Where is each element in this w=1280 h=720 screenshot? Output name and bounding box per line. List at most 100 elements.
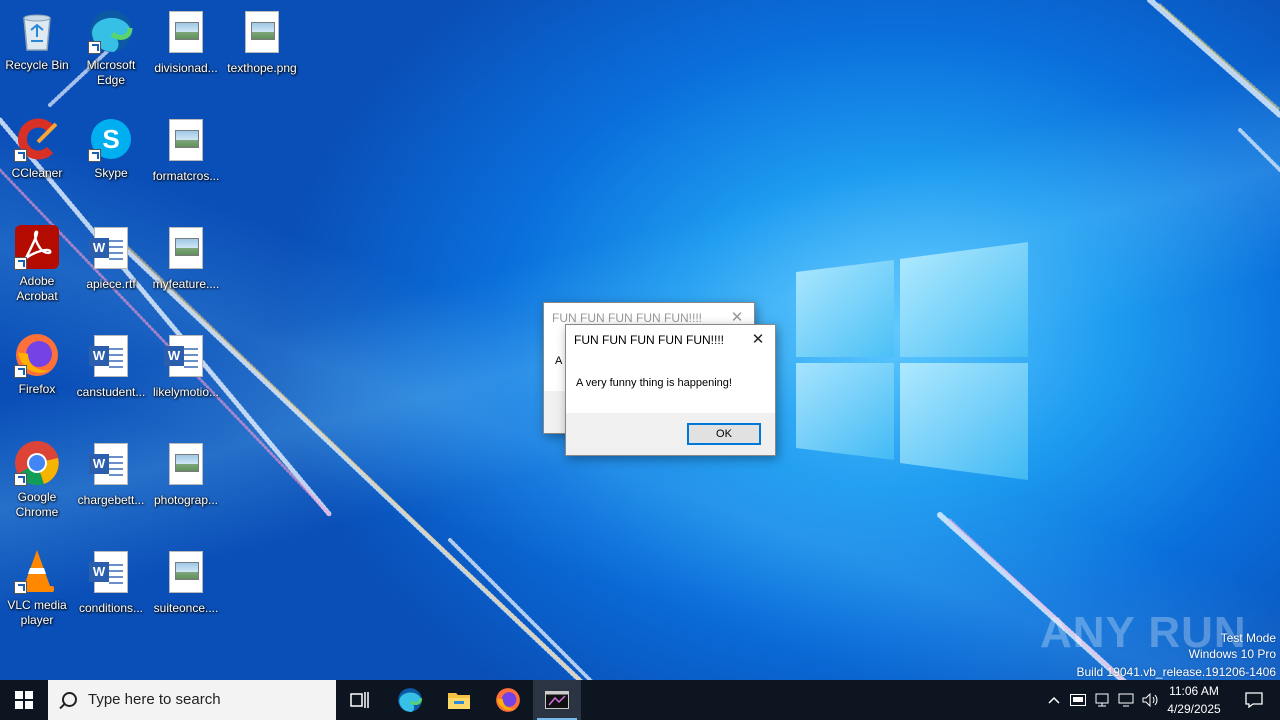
shortcut-arrow-icon — [14, 581, 27, 594]
edge-icon — [88, 8, 134, 54]
image-file-icon — [239, 11, 285, 57]
windows-logo — [796, 242, 1028, 480]
desktop-icon-myfeature[interactable]: myfeature.... — [150, 224, 222, 292]
shortcut-arrow-icon — [88, 41, 101, 54]
desktop-icon-firefox[interactable]: Firefox — [1, 332, 73, 397]
word-file-icon: W — [88, 335, 134, 381]
desktop-icon-label: chargebett... — [77, 493, 145, 507]
display-icon — [1118, 693, 1134, 707]
desktop-icon-label: apiece.rtf — [86, 277, 136, 291]
desktop-icon-formatcros[interactable]: formatcros... — [150, 116, 222, 184]
message-dialog[interactable]: FUN FUN FUN FUN FUN!!!! ✕ A very funny t… — [565, 324, 776, 456]
svg-text:S: S — [102, 124, 119, 154]
taskbar-edge-button[interactable] — [386, 680, 434, 720]
folder-icon — [448, 693, 470, 709]
dialog-footer: OK — [566, 413, 775, 455]
taskbar: Type here to search 11:06 AM 4/29/2025 — [0, 680, 1280, 720]
dialog-message: A — [555, 355, 563, 367]
taskbar-file-explorer-button[interactable] — [435, 680, 483, 720]
word-file-icon: W — [88, 551, 134, 597]
image-file-icon — [163, 227, 209, 273]
desktop-icon-label: Recycle Bin — [5, 58, 69, 72]
desktop-icon-likelymotio[interactable]: W likelymotio... — [150, 332, 222, 400]
desktop-icon-label: Adobe Acrobat — [16, 274, 58, 303]
shortcut-arrow-icon — [14, 149, 27, 162]
shortcut-arrow-icon — [14, 365, 27, 378]
taskbar-running-app-button[interactable] — [533, 680, 581, 720]
windows-start-icon — [15, 691, 33, 709]
desktop-icon-ccleaner[interactable]: CCleaner — [1, 116, 73, 181]
dialog-title: FUN FUN FUN FUN FUN!!!! — [552, 311, 702, 325]
image-file-icon — [163, 11, 209, 57]
tray-volume-button[interactable] — [1138, 680, 1164, 720]
test-mode-text: Test Mode — [1220, 631, 1276, 645]
dialog-message: A very funny thing is happening! — [576, 377, 732, 389]
ccleaner-icon — [14, 116, 60, 162]
show-hidden-icons-button[interactable] — [1042, 680, 1066, 720]
desktop-icon-conditions[interactable]: W conditions... — [75, 548, 147, 616]
ok-button[interactable]: OK — [687, 423, 761, 445]
edge-icon — [398, 688, 423, 712]
desktop-icon-microsoft-edge[interactable]: Microsoft Edge — [75, 8, 147, 88]
tray-keyboard-button[interactable] — [1066, 680, 1090, 720]
image-file-icon — [163, 551, 209, 597]
task-view-icon — [350, 692, 369, 708]
desktop-icon-label: divisionad... — [154, 61, 218, 75]
desktop-icon-photograp[interactable]: photograp... — [150, 440, 222, 508]
desktop-icon-adobe-acrobat[interactable]: Adobe Acrobat — [1, 224, 73, 304]
desktop-icon-divisionad[interactable]: divisionad... — [150, 8, 222, 76]
chrome-icon — [14, 440, 60, 486]
desktop-icon-label: formatcros... — [152, 169, 220, 183]
image-file-icon — [163, 443, 209, 489]
notification-icon — [1245, 692, 1263, 708]
desktop-icon-label: Skype — [94, 166, 128, 180]
taskbar-search-box[interactable]: Type here to search — [48, 680, 336, 720]
desktop-icon-texthope-png[interactable]: texthope.png — [226, 8, 298, 76]
desktop-icon-label: myfeature.... — [152, 277, 220, 291]
recycle-bin-icon — [14, 8, 60, 54]
edition-text: Windows 10 Pro — [1188, 647, 1276, 661]
action-center-button[interactable] — [1232, 680, 1276, 720]
speaker-icon — [1142, 693, 1158, 707]
skype-icon: S — [88, 116, 134, 162]
desktop-icon-recycle-bin[interactable]: Recycle Bin — [1, 8, 73, 73]
desktop-icon-label: conditions... — [78, 601, 144, 615]
console-window-icon — [545, 691, 569, 709]
desktop-icon-label: photograp... — [153, 493, 219, 507]
desktop-icon-label: likelymotio... — [152, 385, 220, 399]
taskbar-firefox-button[interactable] — [484, 680, 532, 720]
desktop-icon-apiece-rtf[interactable]: W apiece.rtf — [75, 224, 147, 292]
chevron-up-icon — [1048, 696, 1060, 704]
desktop-icon-label: CCleaner — [11, 166, 63, 180]
word-file-icon: W — [88, 443, 134, 489]
acrobat-icon — [14, 224, 60, 270]
desktop-icon-canstudent[interactable]: W canstudent... — [75, 332, 147, 400]
firefox-icon — [14, 332, 60, 378]
desktop-icon-label: Google Chrome — [15, 490, 59, 519]
shortcut-arrow-icon — [14, 257, 27, 270]
task-view-button[interactable] — [336, 680, 384, 720]
desktop-icon-google-chrome[interactable]: Google Chrome — [1, 440, 73, 520]
tray-network-button[interactable] — [1090, 680, 1114, 720]
shortcut-arrow-icon — [14, 473, 27, 486]
desktop-icon-label: Microsoft Edge — [86, 58, 136, 87]
word-file-icon: W — [88, 227, 134, 273]
clock-date[interactable]: 4/29/2025 — [1164, 702, 1224, 716]
start-button[interactable] — [0, 680, 48, 720]
desktop-icon-label: Firefox — [18, 382, 56, 396]
desktop-icon-label: suiteonce.... — [153, 601, 219, 615]
close-icon[interactable]: ✕ — [747, 329, 769, 349]
desktop-icon-vlc[interactable]: VLC media player — [1, 548, 73, 628]
desktop-icon-suiteonce[interactable]: suiteonce.... — [150, 548, 222, 616]
desktop-icon-chargebett[interactable]: W chargebett... — [75, 440, 147, 508]
desktop-icon-label: texthope.png — [227, 61, 297, 75]
keyboard-icon — [1070, 694, 1086, 706]
shortcut-arrow-icon — [88, 149, 101, 162]
vlc-icon — [14, 548, 60, 594]
firefox-icon — [496, 688, 520, 712]
desktop-icon-skype[interactable]: S Skype — [75, 116, 147, 181]
tray-display-button[interactable] — [1114, 680, 1138, 720]
word-file-icon: W — [163, 335, 209, 381]
dialog-title: FUN FUN FUN FUN FUN!!!! — [574, 333, 724, 347]
clock-time[interactable]: 11:06 AM — [1164, 684, 1224, 698]
